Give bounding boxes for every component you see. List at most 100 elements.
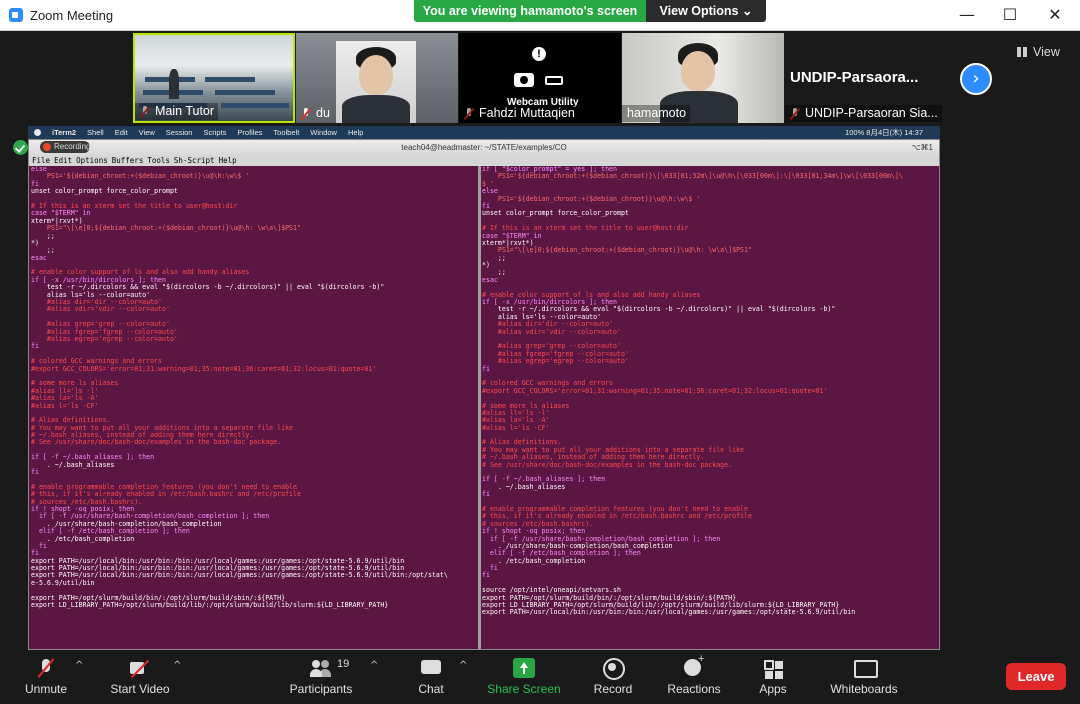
code-line: PS1="\[\e]0;${debian_chroot:+($debian_ch… (31, 224, 301, 233)
code-line: #alias ll='ls -l' (482, 408, 550, 417)
code-line: ;; (31, 231, 55, 240)
apps-button[interactable]: Apps (752, 650, 794, 704)
close-button[interactable]: ✕ (1040, 4, 1070, 26)
menu-item[interactable]: Session (166, 128, 193, 137)
video-tile-fahdzi[interactable]: ! Webcam Utility Fahdzi Muttaqien (459, 33, 621, 123)
code-line: # some more ls aliases (482, 401, 570, 410)
code-line: case "$TERM" in (482, 231, 542, 240)
code-line: #alias egrep='egrep --color=auto' (482, 357, 629, 366)
share-screen-button[interactable]: Share Screen (485, 650, 563, 704)
code-line: . /etc/bash_completion (482, 556, 586, 565)
menu-item[interactable]: Shell (87, 128, 104, 137)
reactions-button[interactable]: Reactions (664, 650, 724, 704)
view-label: View (1033, 45, 1060, 59)
menu-item[interactable]: Profiles (237, 128, 262, 137)
code-line: PS1='${debian_chroot:+($debian_chroot)}\… (482, 172, 903, 181)
battery-icon (545, 76, 563, 85)
apple-icon (34, 129, 41, 136)
code-line: # See /usr/share/doc/bash-doc/examples i… (31, 438, 282, 447)
whiteboards-button[interactable]: Whiteboards (826, 650, 902, 704)
participant-name: Fahdzi Muttaqien (459, 105, 579, 122)
menu-item[interactable]: Edit (115, 128, 128, 137)
emacs-menu-item[interactable]: Help (219, 156, 237, 165)
encryption-shield-icon[interactable] (13, 140, 28, 155)
menu-item[interactable]: Scripts (203, 128, 226, 137)
code-line: PS1='${debian_chroot:+($debian_chroot)}\… (482, 194, 701, 203)
participant-name: Main Tutor (135, 103, 219, 120)
code-line: case "$TERM" in (31, 209, 91, 218)
menu-item[interactable]: Help (348, 128, 363, 137)
code-line: ;; (31, 246, 55, 255)
code-line: esac (31, 253, 47, 262)
share-screen-label: Share Screen (487, 682, 561, 696)
classroom-desk (221, 103, 289, 108)
menu-item[interactable]: Window (310, 128, 337, 137)
emacs-menu-item[interactable]: Edit (54, 156, 72, 165)
code-line: e-5.6.9/util/bin (31, 578, 95, 587)
terminal-title: teach04@headmaster: ~/STATE/examples/CO (401, 143, 567, 152)
classroom-desk (215, 90, 275, 95)
participants-options-caret[interactable]: ^ (370, 660, 378, 671)
code-line: *) (31, 238, 39, 247)
emacs-menu-item[interactable]: File (32, 156, 50, 165)
emacs-menu-item[interactable]: Tools (147, 156, 170, 165)
code-line: fi (482, 364, 490, 373)
video-tile-undip[interactable]: UNDIP-Parsaora... UNDIP-Parsaoran Sia... (785, 33, 947, 123)
menu-item[interactable]: Toolbelt (273, 128, 299, 137)
code-line: $ ' (482, 179, 494, 188)
gallery-view-icon (1017, 47, 1027, 57)
next-page-button[interactable]: › (960, 63, 992, 95)
zoom-meeting-window: Zoom Meeting — ☐ ✕ You are viewing hamam… (0, 0, 1080, 704)
code-line: export LD_LIBRARY_PATH=/opt/slurm/build/… (31, 601, 389, 610)
pane-divider[interactable] (478, 166, 481, 649)
participant-name: du (316, 106, 330, 120)
start-video-label: Start Video (110, 682, 170, 696)
emacs-menu-item[interactable]: Buffers (112, 156, 144, 165)
video-off-icon (129, 658, 151, 678)
unmute-button[interactable]: Unmute (18, 650, 74, 704)
leave-button[interactable]: Leave (1006, 663, 1066, 690)
menu-item[interactable]: iTerm2 (52, 128, 76, 137)
title-bar: Zoom Meeting — ☐ ✕ You are viewing hamam… (0, 0, 1080, 31)
portrait-suit (342, 95, 410, 123)
code-line: fi (31, 468, 39, 477)
code-line: fi (31, 541, 47, 550)
minimize-button[interactable]: — (952, 4, 982, 26)
terminal-window[interactable]: teach04@headmaster: ~/STATE/examples/CO … (28, 139, 940, 650)
code-line: fi (482, 571, 490, 580)
code-line: *) (482, 261, 490, 270)
chat-button[interactable]: Chat (410, 650, 452, 704)
video-tile-main-tutor[interactable]: Main Tutor (133, 33, 295, 123)
record-button[interactable]: Record (590, 650, 636, 704)
viewing-screen-banner: You are viewing hamamoto's screen (414, 0, 646, 22)
whiteboard-icon (853, 658, 878, 678)
unmute-label: Unmute (24, 682, 68, 696)
view-button[interactable]: View (1017, 41, 1073, 63)
chat-options-caret[interactable]: ^ (459, 660, 467, 671)
maximize-button[interactable]: ☐ (995, 4, 1025, 26)
code-line: . /etc/bash_completion (31, 534, 135, 543)
code-line: unset color_prompt force_color_prompt (482, 209, 629, 218)
view-options-button[interactable]: View Options ⌄ (646, 0, 766, 22)
participant-name: UNDIP-Parsaoran Sia... (785, 105, 942, 122)
warning-icon: ! (532, 47, 546, 61)
video-tile-hamamoto[interactable]: hamamoto (622, 33, 784, 123)
code-line: #alias vdir='vdir --color=auto' (31, 305, 170, 314)
editor-pane-left[interactable]: else PS1='${debian_chroot:+($debian_chro… (31, 166, 477, 649)
menu-item[interactable]: View (139, 128, 155, 137)
emacs-menu-item[interactable]: Sh-Script (174, 156, 215, 165)
zoom-app-icon (9, 8, 23, 22)
code-line: . ~/.bash_aliases (482, 482, 566, 491)
reactions-icon (683, 653, 705, 678)
video-options-caret[interactable]: ^ (173, 660, 181, 671)
emacs-menu-item[interactable]: Options (76, 156, 108, 165)
editor-pane-right[interactable]: if [ "$color_prompt" = yes ]; then PS1='… (482, 166, 938, 649)
code-line: #alias l='ls -CF' (482, 423, 550, 432)
code-line: #export GCC_COLORS='error=01;31:warning=… (482, 386, 828, 395)
code-line: #alias l='ls -CF' (31, 401, 99, 410)
audio-options-caret[interactable]: ^ (75, 660, 83, 671)
code-line: export PATH=/usr/local/bin:/usr/bin:/bin… (482, 608, 856, 617)
record-label: Record (593, 682, 633, 696)
video-tile-du[interactable]: du (296, 33, 458, 123)
start-video-button[interactable]: Start Video (104, 650, 176, 704)
